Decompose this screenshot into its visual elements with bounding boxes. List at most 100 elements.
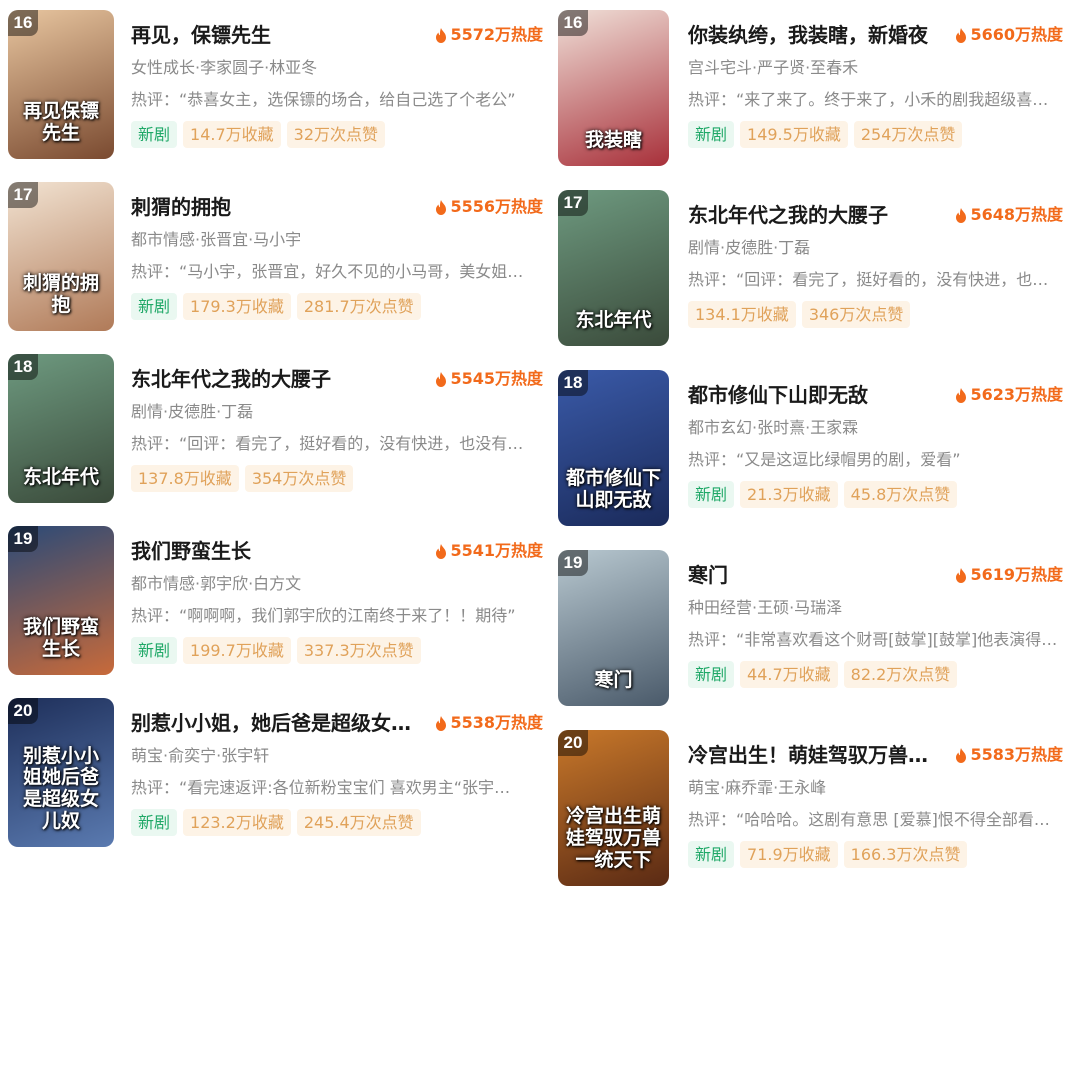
card-info: 别惹小小姐，她后爸是超级女儿奴 5538万热度 萌宝·俞奕宁·张宇轩 热评：“看…: [131, 710, 543, 836]
rank-badge: 18: [8, 354, 38, 380]
poster-image[interactable]: 20 冷宫出生萌娃驾驭万兽一统天下: [558, 730, 669, 886]
card-info: 刺猬的拥抱 5556万热度 都市情感·张晋宜·马小宇 热评：“马小宇，张晋宜，好…: [131, 194, 543, 320]
tag-row: 新剧 71.9万收藏 166.3万次点赞: [688, 841, 1063, 868]
heat-score: 5583万热度: [955, 744, 1063, 766]
heat-score: 5648万热度: [955, 204, 1063, 226]
poster-image[interactable]: 17 东北年代: [558, 190, 669, 346]
heat-score: 5545万热度: [435, 368, 543, 390]
flame-icon: [956, 387, 967, 403]
drama-title[interactable]: 别惹小小姐，她后爸是超级女儿奴: [131, 710, 421, 736]
poster-image[interactable]: 17 刺猬的拥抱: [8, 182, 114, 331]
heat-score: 5572万热度: [435, 24, 543, 46]
new-drama-tag: 新剧: [131, 121, 178, 148]
tag-row: 新剧 44.7万收藏 82.2万次点赞: [688, 661, 1063, 688]
poster-title: 寒门: [594, 669, 633, 692]
poster-image[interactable]: 19 我们野蛮生长: [8, 526, 114, 675]
flame-icon: [436, 199, 447, 215]
new-drama-tag: 新剧: [688, 841, 735, 868]
flame-icon: [436, 27, 447, 43]
card-info: 寒门 5619万热度 种田经营·王硕·马瑞泽 热评：“非常喜欢看这个财哥[鼓掌]…: [688, 562, 1063, 688]
poster-image[interactable]: 20 别惹小小姐她后爸是超级女儿奴: [8, 698, 114, 847]
favorites-count-tag: 199.7万收藏: [183, 637, 291, 664]
tag-row: 137.8万收藏 354万次点赞: [131, 465, 543, 492]
drama-title[interactable]: 东北年代之我的大腰子: [131, 366, 421, 392]
heat-value: 5648万热度: [970, 205, 1063, 224]
flame-icon: [436, 371, 447, 387]
card-info: 都市修仙下山即无敌 5623万热度 都市玄幻·张时熹·王家霖 热评：“又是这逗比…: [688, 382, 1063, 508]
drama-title[interactable]: 寒门: [688, 562, 938, 588]
poster-image[interactable]: 16 再见保镖先生: [8, 10, 114, 159]
new-drama-tag: 新剧: [131, 293, 178, 320]
rank-badge: 19: [8, 526, 38, 552]
heat-score: 5660万热度: [955, 24, 1063, 46]
likes-count-tag: 281.7万次点赞: [296, 293, 421, 320]
heat-score: 5623万热度: [955, 384, 1063, 406]
card-info: 东北年代之我的大腰子 5648万热度 剧情·皮德胜·丁磊 热评：“回评：看完了，…: [688, 202, 1063, 328]
favorites-count-tag: 149.5万收藏: [740, 121, 848, 148]
genre-cast: 萌宝·麻乔霏·王永峰: [688, 778, 827, 797]
tag-row: 新剧 123.2万收藏 245.4万次点赞: [131, 809, 543, 836]
favorites-count-tag: 71.9万收藏: [740, 841, 838, 868]
favorites-count-tag: 123.2万收藏: [183, 809, 291, 836]
poster-image[interactable]: 19 寒门: [558, 550, 669, 706]
tag-row: 新剧 149.5万收藏 254万次点赞: [688, 121, 1063, 148]
rank-badge: 16: [8, 10, 38, 36]
favorites-count-tag: 179.3万收藏: [183, 293, 291, 320]
heat-value: 5583万热度: [970, 745, 1063, 764]
likes-count-tag: 254万次点赞: [853, 121, 963, 148]
hot-review: 热评：“哈哈哈。这剧有意思 [爱慕]恨不得全部看完”: [688, 810, 1058, 829]
heat-value: 5623万热度: [970, 385, 1063, 404]
rank-badge: 18: [558, 370, 588, 396]
likes-count-tag: 32万次点赞: [286, 121, 386, 148]
poster-image[interactable]: 18 东北年代: [8, 354, 114, 503]
genre-cast: 宫斗宅斗·严子贤·至春禾: [688, 58, 859, 77]
hot-review: 热评：“恭喜女主，选保镖的场合，给自己选了个老公”: [131, 90, 516, 109]
drama-title[interactable]: 都市修仙下山即无敌: [688, 382, 938, 408]
likes-count-tag: 166.3万次点赞: [843, 841, 968, 868]
poster-title: 冷宫出生萌娃驾驭万兽一统天下: [565, 805, 661, 872]
rank-badge: 19: [558, 550, 588, 576]
new-drama-tag: 新剧: [688, 121, 735, 148]
tag-row: 134.1万收藏 346万次点赞: [688, 301, 1063, 328]
poster-title: 东北年代: [22, 466, 99, 489]
rank-badge: 17: [8, 182, 38, 208]
heat-value: 5545万热度: [450, 369, 543, 388]
hot-review: 热评：“马小宇，张晋宜，好久不见的小马哥，美女姐姐”: [131, 262, 526, 281]
flame-icon: [956, 27, 967, 43]
tag-row: 新剧 199.7万收藏 337.3万次点赞: [131, 637, 543, 664]
tag-row: 新剧 179.3万收藏 281.7万次点赞: [131, 293, 543, 320]
heat-score: 5541万热度: [435, 540, 543, 562]
new-drama-tag: 新剧: [131, 637, 178, 664]
card-info: 冷宫出生！萌娃驾驭万兽一统天下 5583万热度 萌宝·麻乔霏·王永峰 热评：“哈…: [688, 742, 1063, 868]
drama-title[interactable]: 你装纨绔，我装瞎，新婚夜: [688, 22, 938, 48]
flame-icon: [956, 747, 967, 763]
heat-value: 5541万热度: [450, 541, 543, 560]
drama-title[interactable]: 东北年代之我的大腰子: [688, 202, 938, 228]
card-info: 我们野蛮生长 5541万热度 都市情感·郭宇欣·白方文 热评：“啊啊啊，我们郭宇…: [131, 538, 543, 664]
heat-score: 5619万热度: [955, 564, 1063, 586]
heat-score: 5538万热度: [435, 712, 543, 734]
drama-title[interactable]: 我们野蛮生长: [131, 538, 421, 564]
genre-cast: 都市情感·张晋宜·马小宇: [131, 230, 302, 249]
poster-image[interactable]: 16 我装瞎: [558, 10, 669, 166]
likes-count-tag: 346万次点赞: [801, 301, 911, 328]
poster-image[interactable]: 18 都市修仙下山即无敌: [558, 370, 669, 526]
favorites-count-tag: 21.3万收藏: [740, 481, 838, 508]
rank-badge: 20: [8, 698, 38, 724]
genre-cast: 都市情感·郭宇欣·白方文: [131, 574, 302, 593]
heat-score: 5556万热度: [435, 196, 543, 218]
new-drama-tag: 新剧: [688, 481, 735, 508]
drama-title[interactable]: 再见，保镖先生: [131, 22, 421, 48]
heat-value: 5538万热度: [450, 713, 543, 732]
drama-title[interactable]: 刺猬的拥抱: [131, 194, 421, 220]
hot-review: 热评：“啊啊啊，我们郭宇欣的江南终于来了！！期待”: [131, 606, 516, 625]
likes-count-tag: 354万次点赞: [244, 465, 354, 492]
heat-value: 5556万热度: [450, 197, 543, 216]
drama-title[interactable]: 冷宫出生！萌娃驾驭万兽一统天下: [688, 742, 938, 768]
hot-review: 热评：“非常喜欢看这个财哥[鼓掌][鼓掌]他表演得真好”: [688, 630, 1058, 649]
hot-review: 热评：“又是这逗比绿帽男的剧，爱看”: [688, 450, 961, 469]
new-drama-tag: 新剧: [131, 809, 178, 836]
poster-title: 我们野蛮生长: [22, 616, 99, 661]
genre-cast: 剧情·皮德胜·丁磊: [131, 402, 254, 421]
heat-value: 5572万热度: [450, 25, 543, 44]
